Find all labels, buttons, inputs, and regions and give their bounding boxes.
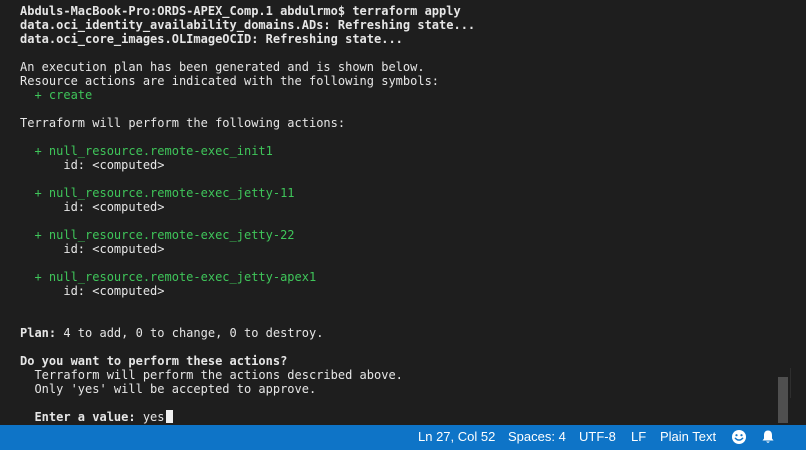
indentation-setting[interactable]: Spaces: 4 <box>508 425 566 450</box>
terminal-line: id: <computed> <box>20 284 165 298</box>
text-cursor <box>165 410 173 423</box>
terminal-line: Terraform will perform the actions descr… <box>20 368 403 382</box>
terminal-line: data.oci_core_images.OLImageOCID: Refres… <box>20 32 403 46</box>
vscode-window: Abduls-MacBook-Pro:ORDS-APEX_Comp.1 abdu… <box>0 0 806 450</box>
vertical-scrollbar[interactable] <box>776 0 806 425</box>
end-of-line-setting[interactable]: LF <box>631 425 646 450</box>
terminal-line: id: <computed> <box>20 158 165 172</box>
terminal-line: id: <computed> <box>20 242 165 256</box>
terminal-line: id: <computed> <box>20 200 165 214</box>
bell-icon[interactable] <box>760 429 776 450</box>
terminal-line: Resource actions are indicated with the … <box>20 74 440 88</box>
terminal-line: Terraform will perform the following act… <box>20 116 346 130</box>
panel-edge <box>790 368 806 398</box>
terminal-line: + create <box>20 88 93 102</box>
encoding-setting[interactable]: UTF-8 <box>579 425 616 450</box>
terminal-line: Do you want to perform these actions? <box>20 354 288 368</box>
status-bar: Ln 27, Col 52 Spaces: 4 UTF-8 LF Plain T… <box>0 425 806 450</box>
language-mode[interactable]: Plain Text <box>660 425 716 450</box>
terminal-input-line[interactable]: Enter a value: yes <box>20 410 173 424</box>
terminal-input-value[interactable]: yes <box>136 410 165 424</box>
cursor-position[interactable]: Ln 27, Col 52 <box>418 425 495 450</box>
smiley-face-icon[interactable] <box>731 429 747 450</box>
plan-label: Plan: <box>20 326 57 340</box>
terminal-line: data.oci_identity_availability_domains.A… <box>20 18 476 32</box>
terminal-line: An execution plan has been generated and… <box>20 60 425 74</box>
terminal-line: + null_resource.remote-exec_jetty-11 <box>20 186 295 200</box>
terminal-line: + null_resource.remote-exec_init1 <box>20 144 273 158</box>
terminal-line: + null_resource.remote-exec_jetty-apex1 <box>20 270 317 284</box>
terminal-line: Plan: 4 to add, 0 to change, 0 to destro… <box>20 326 323 340</box>
terminal-output[interactable]: Abduls-MacBook-Pro:ORDS-APEX_Comp.1 abdu… <box>0 0 776 425</box>
terminal-line: + null_resource.remote-exec_jetty-22 <box>20 228 295 242</box>
enter-value-prompt: Enter a value: <box>20 410 136 424</box>
plan-summary: 4 to add, 0 to change, 0 to destroy. <box>56 326 324 340</box>
terminal-line: Only 'yes' will be accepted to approve. <box>20 382 317 396</box>
terminal-line: Abduls-MacBook-Pro:ORDS-APEX_Comp.1 abdu… <box>20 4 461 18</box>
scrollbar-thumb[interactable] <box>778 377 788 423</box>
